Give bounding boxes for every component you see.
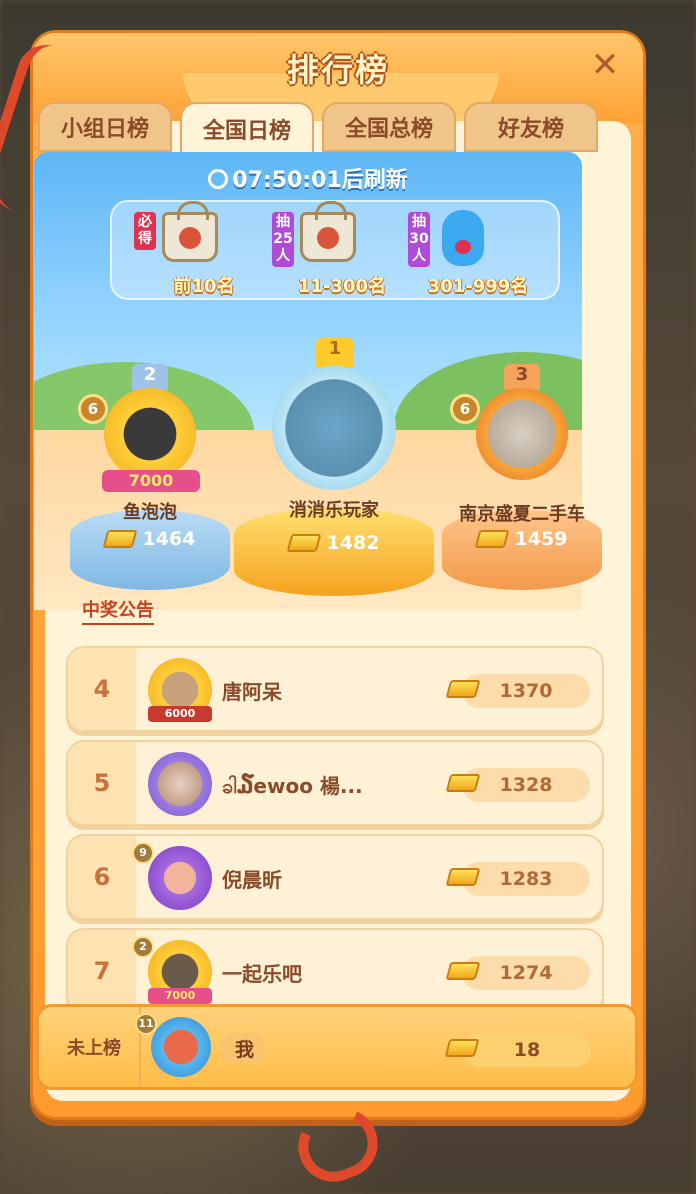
player-score: 1283	[462, 862, 590, 896]
score-badge: 6000	[148, 706, 212, 722]
avatar	[272, 366, 396, 490]
prize-11-300: 抽25人 11-300名	[272, 201, 412, 298]
crown-icon: 1	[316, 338, 354, 368]
prize-tag: 抽30人	[408, 212, 430, 267]
rank-row[interactable]: 5 ခါ໓ewoo 楊... 1328	[66, 740, 604, 826]
tab-national-total[interactable]: 全国总榜	[322, 102, 456, 152]
avatar	[151, 1017, 211, 1077]
rank-row[interactable]: 6 9 倪晨昕 1283	[66, 834, 604, 920]
timer-time: 07:50:01	[232, 168, 342, 193]
level-badge: 6	[78, 394, 108, 424]
tab-friends[interactable]: 好友榜	[464, 102, 598, 152]
player-score: 1274	[462, 956, 590, 990]
gold-bar-icon	[474, 530, 509, 548]
podium-name: 消消乐玩家	[289, 500, 379, 521]
gold-bar-icon	[445, 774, 481, 792]
avatar	[104, 388, 196, 480]
podium-rank: 2	[143, 364, 157, 385]
gold-bar-icon	[445, 680, 481, 698]
level-badge: 2	[132, 936, 154, 958]
timer-suffix: 后刷新	[341, 168, 408, 193]
prize-tag: 抽25人	[272, 212, 294, 267]
player-score: 1328	[462, 768, 590, 802]
rank-row[interactable]: 4 6000 唐阿呆 1370	[66, 646, 604, 732]
podium-rank-3[interactable]: 3 6 南京盛夏二手车 1459	[442, 360, 602, 590]
crown-icon: 2	[132, 364, 168, 390]
score-badge: 7000	[148, 988, 212, 1004]
level-badge: 6	[450, 394, 480, 424]
gold-bar-icon	[286, 534, 321, 552]
podium-score: 1459	[442, 528, 602, 550]
podium-name: 南京盛夏二手车	[459, 504, 585, 525]
podium-score-value: 1482	[326, 532, 380, 554]
prize-301-999: 抽30人 301-999名	[408, 206, 548, 298]
crown-icon: 3	[504, 364, 540, 390]
podium-name: 鱼泡泡	[123, 502, 177, 523]
prize-range: 11-300名	[297, 276, 387, 297]
my-score: 18	[463, 1033, 591, 1067]
bag-icon	[162, 201, 218, 262]
player-name: 唐阿呆	[222, 680, 282, 704]
player-name: 一起乐吧	[222, 962, 302, 986]
player-name: 倪晨昕	[222, 868, 282, 892]
my-rank-bar[interactable]: 未上榜 11 我 18	[36, 1004, 638, 1090]
tab-national-daily[interactable]: 全国日榜	[180, 102, 314, 156]
podium-score-value: 1459	[514, 528, 568, 550]
page-title: 排行榜	[286, 51, 389, 89]
prize-range: 前10名	[173, 276, 235, 297]
avatar	[476, 388, 568, 480]
announcement-link[interactable]: 中奖公告	[82, 596, 154, 625]
podium-score-value: 1464	[142, 528, 196, 550]
gold-bar-icon	[102, 530, 137, 548]
bear-icon	[442, 210, 484, 266]
podium-rank: 1	[328, 338, 342, 359]
prize-box[interactable]: 必得 前10名 抽25人 11-300名 抽30人 301-999名	[110, 200, 560, 300]
rank-number: 5	[68, 742, 136, 824]
close-icon[interactable]: ✕	[585, 45, 625, 85]
player-score: 1370	[462, 674, 590, 708]
prize-tag: 必得	[134, 212, 156, 250]
rank-number: 4	[68, 648, 136, 730]
my-name: 我	[223, 1033, 267, 1064]
level-badge: 9	[132, 842, 154, 864]
score-badge: 7000	[102, 470, 200, 492]
podium-score: 1482	[234, 532, 434, 554]
refresh-timer: 07:50:01后刷新	[34, 162, 582, 194]
clock-icon	[208, 169, 229, 189]
gold-bar-icon	[445, 962, 481, 980]
tab-bar: 小组日榜 全国日榜 全国总榜 好友榜	[38, 102, 598, 156]
player-name: ခါ໓ewoo 楊...	[222, 774, 363, 798]
avatar	[148, 752, 212, 816]
my-rank-status: 未上榜	[49, 1007, 141, 1087]
rank-number: 7	[68, 930, 136, 1012]
podium-rank-2[interactable]: 2 6 7000 鱼泡泡 1464	[70, 360, 230, 590]
rank-row[interactable]: 7 2 7000 一起乐吧 1274	[66, 928, 604, 1014]
prize-top10: 必得 前10名	[134, 201, 274, 298]
level-badge: 11	[135, 1013, 157, 1035]
podium-score: 1464	[70, 528, 230, 550]
gold-bar-icon	[445, 868, 481, 886]
prize-range: 301-999名	[427, 276, 529, 297]
bag-icon	[300, 201, 356, 262]
podium-rank-1[interactable]: 1 消消乐玩家 1482	[234, 334, 434, 596]
rank-number: 6	[68, 836, 136, 918]
gold-bar-icon	[444, 1039, 480, 1057]
tab-group-daily[interactable]: 小组日榜	[38, 102, 172, 152]
avatar	[148, 846, 212, 910]
podium-rank: 3	[515, 364, 529, 385]
